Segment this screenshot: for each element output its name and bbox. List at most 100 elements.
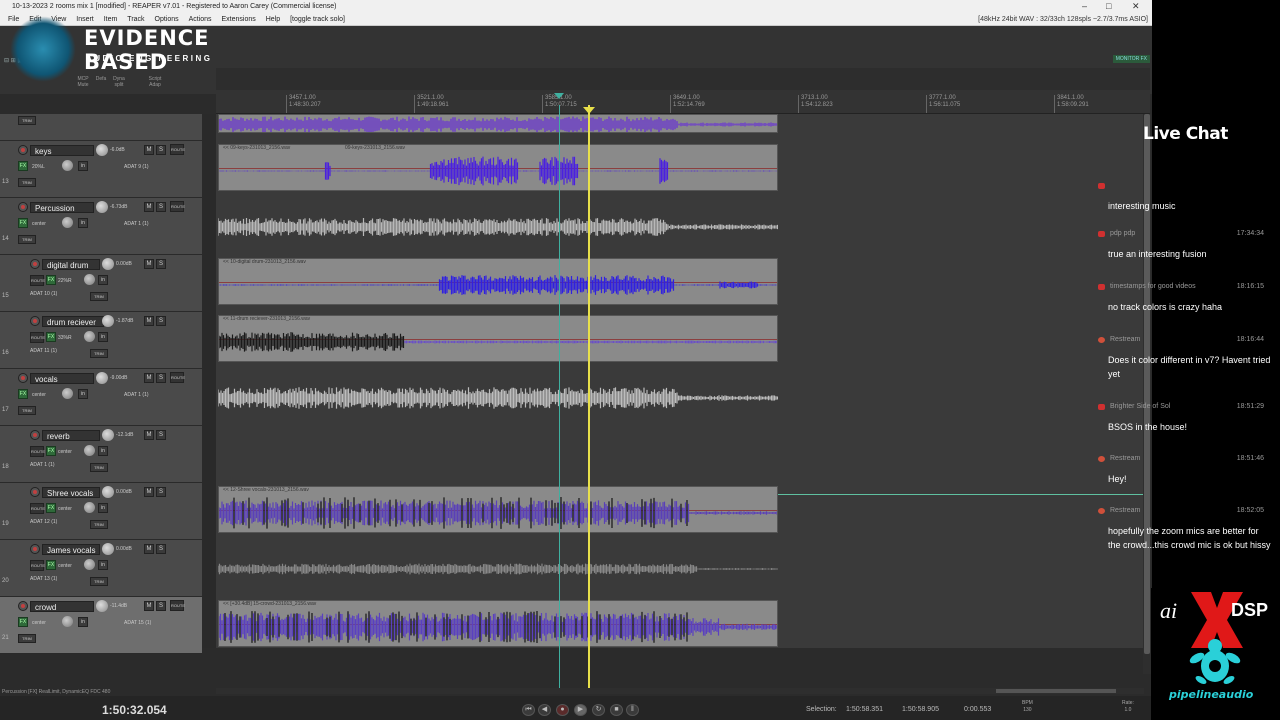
mute-button[interactable]: M	[144, 145, 154, 155]
trim-button[interactable]: TRIM	[90, 349, 108, 358]
fx-button[interactable]: FX	[46, 332, 56, 342]
track-name[interactable]: drum reciever	[42, 316, 104, 327]
record-arm-icon[interactable]	[18, 202, 28, 212]
input-select[interactable]: ADAT 10 (1)	[30, 289, 57, 299]
track-drum-reciever[interactable]: 16 drum reciever -1.87dB M S FX ROUTE 33%R in ADA…	[0, 312, 202, 369]
mute-button[interactable]: M	[144, 544, 154, 554]
fx-button[interactable]: FX	[46, 446, 56, 456]
route-button[interactable]: ROUTE	[170, 372, 185, 383]
trim-button[interactable]: TRIM	[90, 520, 108, 529]
solo-button[interactable]: S	[156, 259, 166, 269]
media-item[interactable]	[218, 114, 778, 133]
pan-knob[interactable]	[84, 331, 95, 342]
fx-button[interactable]: FX	[18, 617, 28, 627]
close-icon[interactable]: ✕	[1132, 0, 1140, 13]
track-partial[interactable]: TRIM	[0, 114, 202, 141]
media-item[interactable]: << 11-drum reciever-231013_2156.wav	[218, 315, 778, 362]
timeline-ruler[interactable]: 3457.1.00 1:48:30.207 3521.1.00 1:49:18.96…	[216, 94, 1150, 114]
route-button[interactable]: ROUTE	[30, 332, 45, 343]
solo-button[interactable]: S	[156, 202, 166, 212]
track-name[interactable]: digital drum	[42, 259, 100, 270]
input-select[interactable]: ADAT 1 (1)	[124, 219, 149, 229]
input-button[interactable]: in	[98, 332, 108, 342]
record-arm-icon[interactable]	[30, 316, 40, 326]
route-button[interactable]: ROUTE	[170, 600, 185, 611]
maximize-icon[interactable]: □	[1106, 0, 1111, 13]
input-select[interactable]: ADAT 1 (1)	[124, 390, 149, 400]
trim-button[interactable]: TRIM	[18, 178, 36, 187]
record-arm-icon[interactable]	[30, 259, 40, 269]
pan-knob[interactable]	[84, 502, 95, 513]
track-name[interactable]: vocals	[30, 373, 94, 384]
selection-end[interactable]: 1:50:58.905	[902, 706, 939, 713]
timeline-region-area[interactable]	[216, 68, 1150, 90]
menu-toggle-solo[interactable]: [toggle track solo]	[290, 13, 345, 26]
input-select[interactable]: ADAT 13 (1)	[30, 574, 57, 584]
mute-button[interactable]: M	[144, 202, 154, 212]
pan-knob[interactable]	[62, 160, 73, 171]
rewind-icon[interactable]: ◀	[538, 704, 551, 716]
input-button[interactable]: in	[98, 560, 108, 570]
arrange-lane[interactable]: << 09-keys-231013_2156.wav 09-keys-231013…	[216, 141, 1144, 198]
track-vocals[interactable]: 17 vocals -9.00dB M S ROUTE FX center in ADAT 1 (…	[0, 369, 202, 426]
input-button[interactable]: in	[98, 275, 108, 285]
media-item-ghost[interactable]	[218, 372, 778, 419]
media-item[interactable]: << 09-keys-231013_2156.wav 09-keys-231013…	[218, 144, 778, 191]
record-arm-icon[interactable]	[30, 430, 40, 440]
track-name[interactable]: Shree vocals	[42, 487, 100, 498]
mute-button[interactable]: M	[144, 373, 154, 383]
mute-button[interactable]: M	[144, 316, 154, 326]
volume-knob[interactable]	[96, 600, 108, 612]
trim-button[interactable]: TRIM	[18, 235, 36, 244]
input-button[interactable]: in	[98, 446, 108, 456]
bpm-display[interactable]: BPM 130	[1022, 700, 1033, 714]
pan-knob[interactable]	[62, 217, 73, 228]
route-button[interactable]: ROUTE	[170, 144, 185, 155]
pause-icon[interactable]: ‖	[626, 704, 639, 716]
go-to-start-icon[interactable]: ⏮	[522, 704, 535, 716]
record-arm-icon[interactable]	[30, 544, 40, 554]
minimize-icon[interactable]: –	[1082, 0, 1087, 13]
route-button[interactable]: ROUTE	[170, 201, 185, 212]
track-reverb[interactable]: 18 reverb -12.1dB M S FX ROUTE center in ADAT 1 (…	[0, 426, 202, 483]
arrange-lane[interactable]	[216, 540, 1144, 597]
record-arm-icon[interactable]	[18, 601, 28, 611]
record-icon[interactable]: ●	[556, 704, 569, 716]
volume-knob[interactable]	[102, 429, 114, 441]
arrange-lane[interactable]	[216, 369, 1144, 426]
horizontal-scrollbar[interactable]	[216, 688, 1144, 694]
track-james-vocals[interactable]: 20 James vocals 0.00dB M S FX ROUTE center in ADA…	[0, 540, 202, 597]
rate-display[interactable]: Rate: 1.0	[1122, 700, 1134, 714]
pan-knob[interactable]	[84, 445, 95, 456]
fx-button[interactable]: FX	[46, 275, 56, 285]
track-name[interactable]: keys	[30, 145, 94, 156]
arrange-lane[interactable]: << 11-drum reciever-231013_2156.wav	[216, 312, 1144, 369]
stop-icon[interactable]: ■	[610, 704, 623, 716]
input-select[interactable]: ADAT 15 (1)	[124, 618, 151, 628]
volume-knob[interactable]	[96, 372, 108, 384]
horizontal-scroll-thumb[interactable]	[996, 689, 1116, 693]
fx-button[interactable]: FX	[18, 161, 28, 171]
trim-button[interactable]: TRIM	[90, 577, 108, 586]
selection-length[interactable]: 0:00.553	[964, 706, 991, 713]
arrange-lane[interactable]: << 10-digital drum-231013_2156.wav	[216, 255, 1144, 312]
input-button[interactable]: in	[78, 161, 88, 171]
toolbar-script-button[interactable]: Script Adap	[146, 76, 164, 88]
solo-button[interactable]: S	[156, 601, 166, 611]
pan-knob[interactable]	[62, 616, 73, 627]
trim-button[interactable]: TRIM	[18, 634, 36, 643]
input-select[interactable]: ADAT 1 (1)	[30, 460, 55, 470]
toolbar-dyna-split-button[interactable]: Dyna split	[110, 76, 128, 88]
trim-button[interactable]: TRIM	[90, 292, 108, 301]
fx-button[interactable]: FX	[18, 218, 28, 228]
track-shree-vocals[interactable]: 19 Shree vocals 0.00dB M S FX ROUTE center in ADA…	[0, 483, 202, 540]
arrange-lane[interactable]	[216, 198, 1144, 255]
route-button[interactable]: ROUTE	[30, 560, 45, 571]
track-percussion[interactable]: 14 Percussion -6.73dB M S ROUTE FX center in ADAT…	[0, 198, 202, 255]
track-digital-drum[interactable]: 15 digital drum 0.00dB M S FX ROUTE 22%R in ADAT …	[0, 255, 202, 312]
route-button[interactable]: ROUTE	[30, 446, 45, 457]
solo-button[interactable]: S	[156, 430, 166, 440]
input-select[interactable]: ADAT 12 (1)	[30, 517, 57, 527]
toolbar-mute-button[interactable]: Mute	[74, 82, 92, 88]
pan-knob[interactable]	[62, 388, 73, 399]
